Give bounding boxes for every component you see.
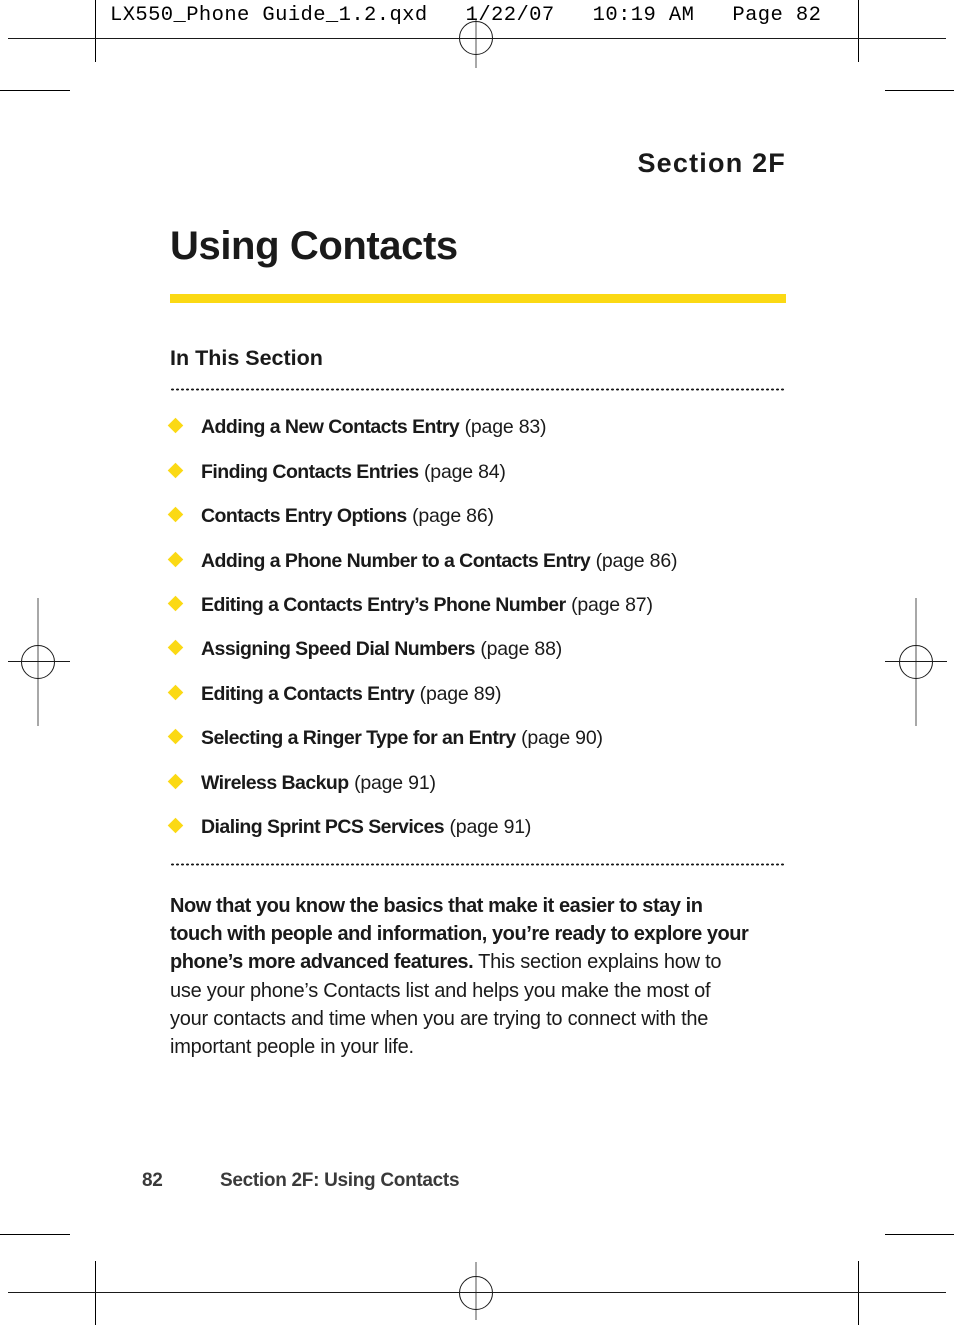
list-item[interactable]: Adding a New Contacts Entry (page 83) [167,416,786,438]
list-item-page: (page 90) [521,727,603,750]
list-item-text: Adding a New Contacts Entry (page 83) [201,416,786,438]
list-item[interactable]: Assigning Speed Dial Numbers (page 88) [167,638,786,660]
dotted-rule-top [170,388,786,392]
list-item-page: (page 88) [480,638,563,661]
diamond-bullet-icon [167,595,184,612]
list-item-label: Dialing Sprint PCS Services [201,816,445,839]
in-this-section-heading: In This Section [170,345,323,370]
list-item-page: (page 84) [424,460,506,483]
list-item-page: (page 91) [354,771,436,794]
list-item-text: Contacts Entry Options (page 86) [201,505,786,527]
list-item[interactable]: Editing a Contacts Entry’s Phone Number … [167,594,786,616]
diamond-bullet-icon [167,817,184,834]
diamond-bullet-icon [167,728,184,745]
list-item-label: Editing a Contacts Entry [201,682,415,705]
list-item-label: Assigning Speed Dial Numbers [201,638,475,661]
list-item[interactable]: Editing a Contacts Entry (page 89) [167,683,786,705]
crop-mark-top-left-vertical [95,0,96,62]
list-item[interactable]: Wireless Backup (page 91) [167,772,786,794]
list-item[interactable]: Adding a Phone Number to a Contacts Entr… [167,550,786,572]
list-item-text: Dialing Sprint PCS Services (page 91) [201,816,786,838]
crop-mark-top-right-horizontal [885,90,954,91]
list-item-text: Selecting a Ringer Type for an Entry (pa… [201,727,786,749]
list-item-label: Finding Contacts Entries [201,460,419,483]
page-number: 82 [142,1170,163,1191]
list-item-page: (page 86) [595,549,678,572]
page-content: Section 2F Using Contacts In This Sectio… [167,148,786,1082]
list-item[interactable]: Finding Contacts Entries (page 84) [167,461,786,483]
list-item-label: Adding a Phone Number to a Contacts Entr… [201,549,591,572]
list-item[interactable]: Dialing Sprint PCS Services (page 91) [167,816,786,838]
section-label: Section 2F [637,148,786,178]
list-item[interactable]: Contacts Entry Options (page 86) [167,505,786,527]
registration-crosshair-bottom-center [8,1292,946,1294]
crop-mark-bottom-right-horizontal [885,1234,954,1235]
printed-page: LX550_Phone Guide_1.2.qxd 1/22/07 10:19 … [0,0,954,1325]
list-item-text: Editing a Contacts Entry (page 89) [201,683,786,705]
list-item-page: (page 89) [419,682,502,705]
running-head: Section 2F: Using Contacts [220,1170,460,1191]
list-item-label: Editing a Contacts Entry’s Phone Number [201,593,566,616]
list-item[interactable]: Selecting a Ringer Type for an Entry (pa… [167,727,786,749]
crop-mark-bottom-left-horizontal [0,1234,70,1235]
list-item-page: (page 83) [464,416,547,439]
crop-mark-top-left-horizontal [0,90,70,91]
list-item-label: Wireless Backup [201,771,349,794]
title-accent-rule [170,293,786,303]
registration-crosshair-top-center [8,38,946,40]
crop-mark-top-right-vertical [858,0,859,62]
in-this-section-list: Adding a New Contacts Entry (page 83) Fi… [167,416,786,838]
list-item-text: Editing a Contacts Entry’s Phone Number … [201,594,786,616]
list-item-page: (page 91) [449,816,532,839]
diamond-bullet-icon [167,684,184,701]
dotted-rule-bottom [170,862,786,866]
list-item-text: Wireless Backup (page 91) [201,772,786,794]
page-title: Using Contacts [170,224,458,268]
list-item-text: Finding Contacts Entries (page 84) [201,461,786,483]
list-item-label: Adding a New Contacts Entry [201,416,460,439]
diamond-bullet-icon [167,418,184,434]
diamond-bullet-icon [167,506,184,523]
list-item-page: (page 87) [571,593,653,616]
list-item-text: Assigning Speed Dial Numbers (page 88) [201,638,786,660]
registration-crosshair-right [885,661,947,663]
diamond-bullet-icon [167,551,184,567]
list-item-label: Contacts Entry Options [201,505,407,528]
diamond-bullet-icon [167,462,184,478]
list-item-page: (page 86) [412,505,494,528]
diamond-bullet-icon [167,640,184,656]
diamond-bullet-icon [167,773,184,789]
registration-crosshair-left [8,661,70,663]
intro-paragraph: Now that you know the basics that make i… [170,892,750,1062]
list-item-text: Adding a Phone Number to a Contacts Entr… [201,550,786,572]
page-footer: 82 Section 2F: Using Contacts [142,1170,460,1192]
list-item-label: Selecting a Ringer Type for an Entry [201,727,516,750]
